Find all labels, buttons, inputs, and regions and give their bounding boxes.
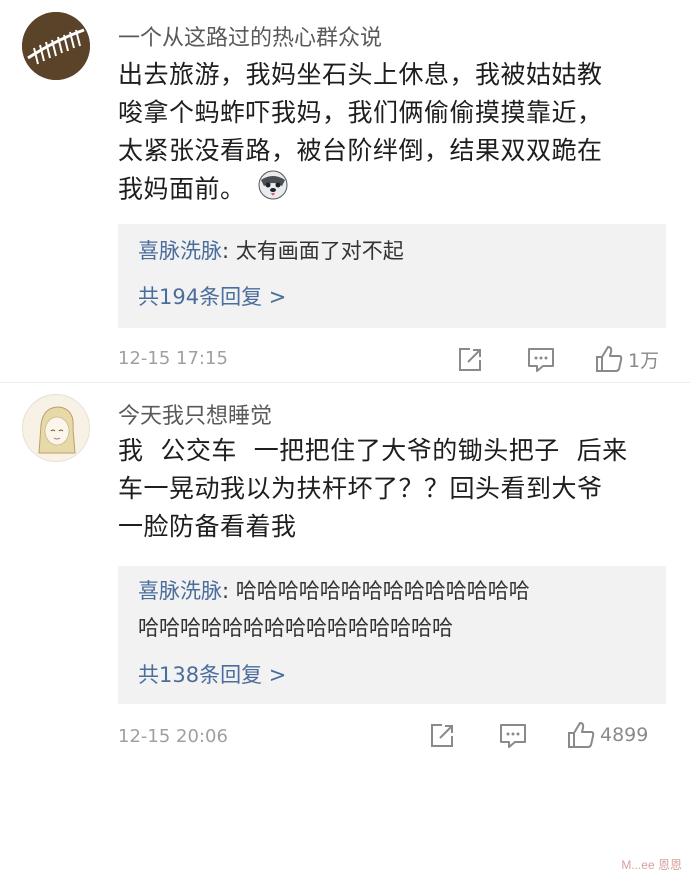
comment-item: 一个从这路过的热心群众说 出去旅游，我妈坐石头上休息，我被姑姑教 唆拿个蚂蚱吓我…	[0, 0, 690, 380]
reply-author-link[interactable]: 喜脉洗脉	[138, 239, 222, 263]
comment-divider	[0, 382, 690, 383]
reply-separator: :	[222, 239, 236, 263]
reply-text: 哈哈哈哈哈哈哈哈哈哈哈哈哈哈	[235, 579, 530, 603]
comment-time: 12-15 17:15	[118, 348, 228, 369]
avatar[interactable]	[22, 394, 90, 462]
comment-text-line: 车一晃动我以为扶杆坏了？？回头看到大爷	[118, 474, 603, 503]
comment-username[interactable]: 今天我只想睡觉	[118, 398, 272, 430]
reply-text: 太有画面了对不起	[235, 239, 404, 263]
comment-text-line: 我妈面前。	[118, 174, 246, 204]
comment-text-line-last: 我妈面前。	[118, 170, 678, 211]
reply-text: 哈哈哈哈哈哈哈哈哈哈哈哈哈哈哈	[138, 616, 453, 640]
reply-separator: :	[222, 579, 236, 603]
comment-text-line: 唆拿个蚂蚱吓我妈，我们俩偷偷摸摸靠近，	[118, 98, 603, 127]
more-replies-link[interactable]: 共194条回复 >	[138, 282, 286, 312]
comment-time: 12-15 20:06	[118, 726, 228, 747]
comment-text: 我 公交车 一把把住了大爷的锄头把子 后来 车一晃动我以为扶杆坏了？？回头看到大…	[118, 432, 678, 546]
reply-author-link[interactable]: 喜脉洗脉	[138, 579, 222, 603]
comment-button[interactable]	[526, 346, 556, 374]
husky-dog-emoji-icon	[258, 170, 288, 211]
avatar[interactable]	[22, 12, 90, 80]
more-replies-link[interactable]: 共138条回复 >	[138, 660, 286, 690]
like-button[interactable]: 4899	[566, 720, 648, 750]
reply-line: 喜脉洗脉: 太有画面了对不起	[138, 236, 404, 266]
share-button[interactable]	[456, 346, 484, 374]
comment-text-line: 我 公交车 一把把住了大爷的锄头把子 后来	[118, 436, 628, 465]
comment-icon	[528, 348, 554, 372]
comment-text-line: 一脸防备看着我	[118, 512, 297, 541]
reply-line: 喜脉洗脉: 哈哈哈哈哈哈哈哈哈哈哈哈哈哈	[138, 576, 530, 606]
comment-button[interactable]	[498, 722, 528, 750]
comment-text-line: 太紧张没看路，被台阶绊倒，结果双双跪在	[118, 136, 603, 165]
comment-text: 出去旅游，我妈坐石头上休息，我被姑姑教 唆拿个蚂蚱吓我妈，我们俩偷偷摸摸靠近， …	[118, 56, 678, 211]
share-icon	[459, 348, 481, 371]
avatar-image	[23, 395, 89, 461]
like-count: 1万	[628, 349, 660, 372]
like-button[interactable]: 1万	[594, 344, 659, 374]
watermark: M...ee 恩恩	[621, 858, 682, 872]
share-icon	[431, 724, 453, 747]
comment-username[interactable]: 一个从这路过的热心群众说	[118, 20, 382, 52]
reply-box[interactable]: 喜脉洗脉: 哈哈哈哈哈哈哈哈哈哈哈哈哈哈 哈哈哈哈哈哈哈哈哈哈哈哈哈哈哈 共13…	[118, 566, 666, 704]
share-button[interactable]	[428, 722, 456, 750]
comment-icon	[500, 724, 526, 748]
like-count: 4899	[600, 724, 649, 746]
comment-item: 今天我只想睡觉 我 公交车 一把把住了大爷的锄头把子 后来 车一晃动我以为扶杆坏…	[0, 384, 690, 764]
reply-box[interactable]: 喜脉洗脉: 太有画面了对不起 共194条回复 >	[118, 224, 666, 328]
thumbs-up-icon	[568, 722, 595, 748]
avatar-image	[22, 12, 90, 80]
comment-text-line: 出去旅游，我妈坐石头上休息，我被姑姑教	[118, 60, 603, 89]
thumbs-up-icon	[596, 346, 623, 372]
